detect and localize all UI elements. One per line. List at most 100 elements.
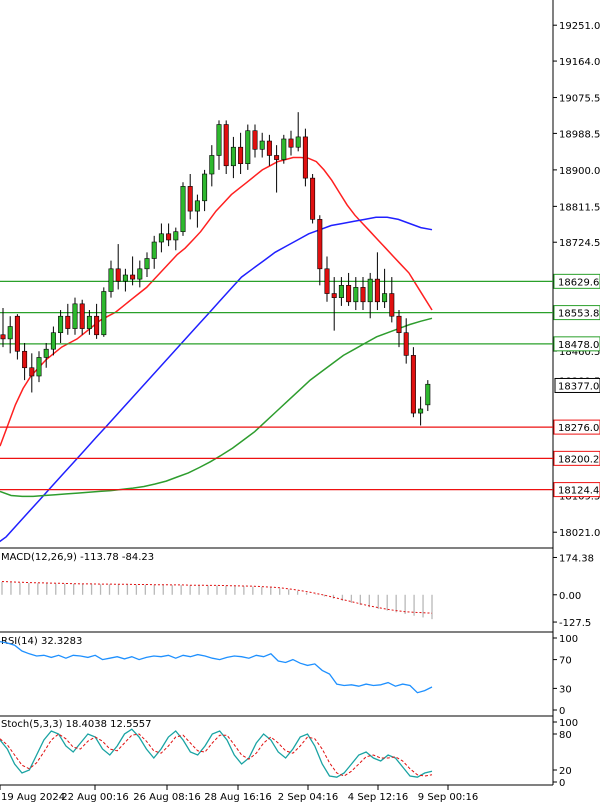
stochastic-axis: 10080 200 bbox=[553, 718, 578, 789]
level-label: 18276.0 bbox=[558, 423, 599, 434]
stochastic-lines bbox=[0, 728, 433, 778]
candle-body bbox=[274, 155, 280, 160]
candle-body bbox=[50, 332, 56, 350]
price-tick-label: 19075.5 bbox=[559, 94, 600, 105]
candle-body bbox=[238, 146, 244, 165]
candle-body bbox=[180, 186, 186, 233]
candle-body bbox=[94, 315, 100, 336]
candle-body bbox=[266, 140, 272, 156]
candle-body bbox=[202, 173, 208, 202]
macd-title: MACD(12,26,9) -113.78 -84.23 bbox=[1, 552, 154, 563]
candle-body bbox=[108, 268, 114, 292]
trading-chart[interactable]: 19251.0 19164.0 19075.5 18988.5 18900.0 18811… bbox=[0, 0, 600, 805]
candle-body bbox=[396, 315, 402, 334]
candle-body bbox=[130, 274, 136, 280]
stochastic-tick-label: 20 bbox=[559, 766, 572, 777]
candle-body bbox=[14, 315, 20, 352]
rsi-tick-label: 30 bbox=[559, 684, 572, 695]
candle-body bbox=[281, 138, 287, 160]
rsi-panel: RSI(14) 32.3283 bbox=[0, 636, 553, 717]
price-tick-label: 18724.5 bbox=[559, 238, 600, 249]
stochastic-panel: Stoch(5,3,3) 18.4038 12.5557 bbox=[0, 719, 553, 786]
candle-body bbox=[194, 200, 200, 212]
candle-body bbox=[410, 355, 416, 414]
candle-body bbox=[137, 268, 143, 280]
moving-average-line bbox=[0, 156, 433, 447]
candle-body bbox=[209, 155, 215, 175]
candle-body bbox=[382, 293, 388, 303]
level-label: 18478.0 bbox=[558, 340, 599, 351]
candle-body bbox=[166, 233, 172, 241]
candle-body bbox=[58, 315, 64, 334]
price-tick-label: 18988.5 bbox=[559, 129, 600, 140]
stochastic-tick-label: 80 bbox=[559, 730, 572, 741]
current-price: 18377.0 bbox=[554, 377, 600, 393]
candle-body bbox=[7, 326, 13, 340]
macd-tick-label: -127.5 bbox=[559, 618, 591, 629]
candle-body bbox=[403, 332, 409, 356]
macd-tick-label: 174.38 bbox=[559, 553, 594, 564]
candle-body bbox=[418, 408, 424, 414]
candle-body bbox=[22, 350, 28, 369]
stochastic-d-line bbox=[0, 733, 433, 777]
candle-body bbox=[252, 130, 258, 150]
candle-body bbox=[122, 274, 128, 282]
candle-body bbox=[302, 136, 308, 179]
rsi-tick-label: 0 bbox=[559, 706, 565, 717]
level-label: 18124.4 bbox=[558, 486, 599, 497]
macd-tick-label: 0.00 bbox=[559, 591, 581, 602]
rsi-polyline bbox=[0, 640, 433, 694]
candle-body bbox=[230, 146, 236, 167]
level-label: 18200.2 bbox=[558, 454, 599, 465]
candle-body bbox=[36, 357, 42, 377]
current-price-label: 18377.0 bbox=[558, 381, 599, 392]
rsi-tick-label: 70 bbox=[559, 656, 572, 667]
time-tick-label: 22 Aug 00:16 bbox=[61, 792, 128, 803]
candle-body bbox=[151, 241, 157, 259]
level-label: 18629.6 bbox=[558, 277, 599, 288]
moving-average-line bbox=[0, 216, 433, 543]
stochastic-tick-label: 0 bbox=[559, 778, 565, 789]
level-label: 18553.8 bbox=[558, 309, 599, 320]
time-tick-label: 26 Aug 08:16 bbox=[133, 792, 200, 803]
candle-body bbox=[259, 140, 265, 150]
candle-body bbox=[324, 268, 330, 294]
macd-axis: 174.38 0.00 -127.5 bbox=[553, 553, 594, 629]
stochastic-k-line bbox=[0, 728, 433, 778]
rsi-tick-label: 100 bbox=[559, 634, 578, 645]
candle-body bbox=[144, 258, 150, 270]
candle-body bbox=[173, 231, 179, 241]
candle-body bbox=[331, 293, 337, 298]
candle-body bbox=[374, 278, 380, 303]
candle-body bbox=[425, 383, 431, 406]
candle-body bbox=[79, 303, 85, 329]
candle-body bbox=[367, 278, 373, 303]
time-tick-label: 4 Sep 12:16 bbox=[348, 792, 408, 803]
candle-body bbox=[187, 186, 193, 212]
stochastic-tick-label: 100 bbox=[559, 718, 578, 729]
candle-body bbox=[43, 348, 49, 358]
candle-body bbox=[115, 268, 121, 282]
candle-body bbox=[216, 124, 222, 156]
price-tick-label: 18900.0 bbox=[559, 166, 600, 177]
candle-body bbox=[389, 293, 395, 317]
candle-body bbox=[65, 315, 71, 329]
candle-body bbox=[158, 233, 164, 243]
candle-body bbox=[353, 287, 359, 303]
candle-body bbox=[0, 334, 6, 340]
candlesticks bbox=[0, 112, 431, 426]
candle-body bbox=[317, 219, 323, 270]
candle-body bbox=[101, 291, 107, 336]
price-tick-label: 18811.5 bbox=[559, 202, 600, 213]
candle-body bbox=[29, 367, 35, 377]
candle-body bbox=[223, 124, 229, 167]
moving-averages bbox=[0, 156, 433, 543]
candle-body bbox=[338, 285, 344, 298]
time-tick-label: 28 Aug 16:16 bbox=[204, 792, 271, 803]
price-tick-label: 18021.0 bbox=[559, 528, 600, 539]
time-tick-label: 2 Sep 04:16 bbox=[278, 792, 338, 803]
candle-body bbox=[360, 287, 366, 303]
time-tick-label: 19 Aug 2024 bbox=[1, 792, 65, 803]
candle-body bbox=[86, 315, 92, 329]
time-axis: 19 Aug 202422 Aug 00:16 26 Aug 08:16 28 Au… bbox=[0, 785, 478, 803]
